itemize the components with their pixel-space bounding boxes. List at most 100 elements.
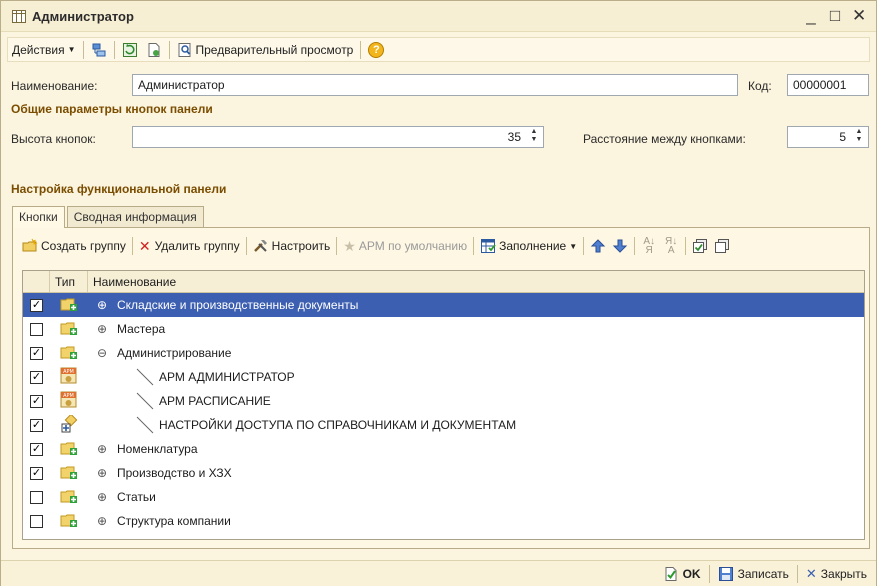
delete-group-button[interactable]: ✕ Удалить группу	[136, 236, 243, 257]
row-checkbox[interactable]: ✓	[30, 394, 43, 408]
toolbar-separator	[473, 237, 475, 255]
toolbar-separator	[131, 237, 133, 255]
structure-button[interactable]	[87, 39, 111, 60]
table-row[interactable]: ⊕ Статьи	[23, 485, 864, 509]
table-row[interactable]: ✓ ⊕ Складские и производственные документы	[23, 293, 864, 317]
move-up-button[interactable]	[587, 236, 609, 257]
table-row[interactable]: ✓ ⊕ Номенклатура	[23, 437, 864, 461]
table-row[interactable]: ✓ НАСТРОЙКИ ДОСТУПА ПО СПРАВОЧНИКАМ И ДОК…	[23, 413, 864, 437]
check-all-button[interactable]	[689, 236, 711, 257]
name-input[interactable]: Администратор	[132, 74, 738, 96]
table-row[interactable]: ✓ ⊖ Администрирование	[23, 341, 864, 365]
close-button[interactable]: ✕ Закрыть	[801, 563, 872, 584]
expand-icon[interactable]: ⊕	[96, 298, 108, 312]
height-value: 35	[507, 130, 521, 144]
expand-icon[interactable]: ⊕	[96, 490, 108, 504]
row-checkbox[interactable]	[30, 490, 43, 504]
main-toolbar: Действия ▼ Предварительный просмотр ?	[7, 37, 870, 62]
ok-button[interactable]: OK	[658, 563, 706, 584]
ok-doc-icon	[665, 566, 677, 581]
row-checkbox[interactable]: ✓	[30, 298, 43, 312]
spacing-spinner[interactable]: ▲ ▼	[852, 128, 866, 146]
tab-summary[interactable]: Сводная информация	[66, 206, 204, 228]
row-name-cell: ⊕ Складские и производственные документы	[88, 298, 358, 312]
section-buttons-title: Общие параметры кнопок панели	[11, 102, 213, 116]
row-type-cell	[50, 344, 88, 363]
fill-menu-button[interactable]: Заполнение ▼	[477, 236, 580, 257]
row-name: Статьи	[117, 490, 156, 504]
refresh-button[interactable]	[118, 39, 142, 60]
leaf-line-icon	[136, 416, 154, 434]
row-name-cell: АРМ АДМИНИСТРАТОР	[88, 368, 295, 386]
row-name-cell: ⊖ Администрирование	[88, 346, 231, 360]
toolbar-separator	[685, 237, 687, 255]
row-checkbox[interactable]: ✓	[30, 442, 43, 456]
toolbar-separator	[634, 237, 636, 255]
table-row[interactable]: ✓ ⊕ Производство и ХЗХ	[23, 461, 864, 485]
row-checkbox[interactable]: ✓	[30, 418, 43, 432]
arm-default-button[interactable]: ★ АРМ по умолчанию	[340, 236, 470, 257]
table-row[interactable]: ⊕ Мастера	[23, 317, 864, 341]
expand-icon[interactable]: ⊕	[96, 514, 108, 528]
bottom-bar: OK Записать ✕ Закрыть	[1, 560, 876, 586]
header-check-column[interactable]	[23, 271, 50, 292]
code-input[interactable]: 00000001	[787, 74, 869, 96]
row-check-cell	[23, 490, 50, 504]
sort-desc-button[interactable]: Я↓ A	[660, 236, 682, 257]
buttons-grid[interactable]: Тип Наименование ✓ ⊕ Складские и производс…	[22, 270, 865, 540]
grid-toolbar: Создать группу ✕ Удалить группу Настроит…	[19, 234, 733, 258]
fill-label: Заполнение	[499, 239, 567, 253]
actions-menu-button[interactable]: Действия ▼	[8, 39, 80, 60]
collapse-icon[interactable]: ⊖	[96, 346, 108, 360]
create-group-button[interactable]: Создать группу	[19, 236, 129, 257]
move-down-button[interactable]	[609, 236, 631, 257]
close-window-button[interactable]: ✕	[852, 6, 866, 26]
configure-label: Настроить	[271, 239, 331, 253]
code-label: Код:	[748, 79, 772, 93]
row-name: АРМ РАСПИСАНИЕ	[159, 394, 271, 408]
help-button[interactable]: ?	[364, 39, 388, 60]
sort-asc-button[interactable]: A↓ Я	[638, 236, 660, 257]
minimize-button[interactable]: _	[804, 6, 818, 26]
row-type-cell: APM	[50, 367, 88, 388]
leaf-line-icon	[136, 392, 154, 410]
preview-button[interactable]: Предварительный просмотр	[173, 39, 358, 60]
row-type-cell	[50, 320, 88, 339]
row-checkbox[interactable]: ✓	[30, 466, 43, 480]
caret-down-icon: ▼	[569, 241, 578, 251]
height-spinner[interactable]: ▲ ▼	[527, 128, 541, 146]
folder-plus-icon	[60, 488, 78, 507]
maximize-button[interactable]: □	[828, 6, 842, 26]
header-name-column[interactable]: Наименование	[88, 271, 176, 292]
height-input[interactable]: 35 ▲ ▼	[132, 126, 544, 148]
tab-panel-buttons: Создать группу ✕ Удалить группу Настроит…	[12, 227, 870, 549]
spacing-input[interactable]: 5 ▲ ▼	[787, 126, 869, 148]
tab-buttons[interactable]: Кнопки	[12, 206, 65, 228]
header-type-column[interactable]: Тип	[50, 271, 88, 292]
new-folder-icon	[22, 238, 38, 252]
toolbar-separator	[360, 40, 362, 59]
expand-icon[interactable]: ⊕	[96, 322, 108, 336]
table-row[interactable]: ✓ APM АРМ РАСПИСАНИЕ	[23, 389, 864, 413]
row-name-cell: ⊕ Статьи	[88, 490, 156, 504]
row-checkbox[interactable]	[30, 322, 43, 336]
row-checkbox[interactable]: ✓	[30, 370, 43, 384]
row-check-cell: ✓	[23, 370, 50, 384]
toolbar-separator	[245, 237, 247, 255]
arm-default-label: АРМ по умолчанию	[358, 239, 468, 253]
table-icon	[12, 9, 26, 23]
row-checkbox[interactable]	[30, 514, 43, 528]
table-row[interactable]: ⊕ Структура компании	[23, 509, 864, 533]
table-row[interactable]: ✓ APM АРМ АДМИНИСТРАТОР	[23, 365, 864, 389]
folder-plus-icon	[60, 296, 78, 315]
row-name: АРМ АДМИНИСТРАТОР	[159, 370, 295, 384]
expand-icon[interactable]: ⊕	[96, 466, 108, 480]
configure-button[interactable]: Настроить	[250, 236, 334, 257]
document-button[interactable]	[142, 39, 166, 60]
save-button[interactable]: Записать	[713, 563, 794, 584]
folder-plus-icon	[60, 464, 78, 483]
expand-icon[interactable]: ⊕	[96, 442, 108, 456]
row-check-cell: ✓	[23, 418, 50, 432]
row-checkbox[interactable]: ✓	[30, 346, 43, 360]
uncheck-all-button[interactable]	[711, 236, 733, 257]
